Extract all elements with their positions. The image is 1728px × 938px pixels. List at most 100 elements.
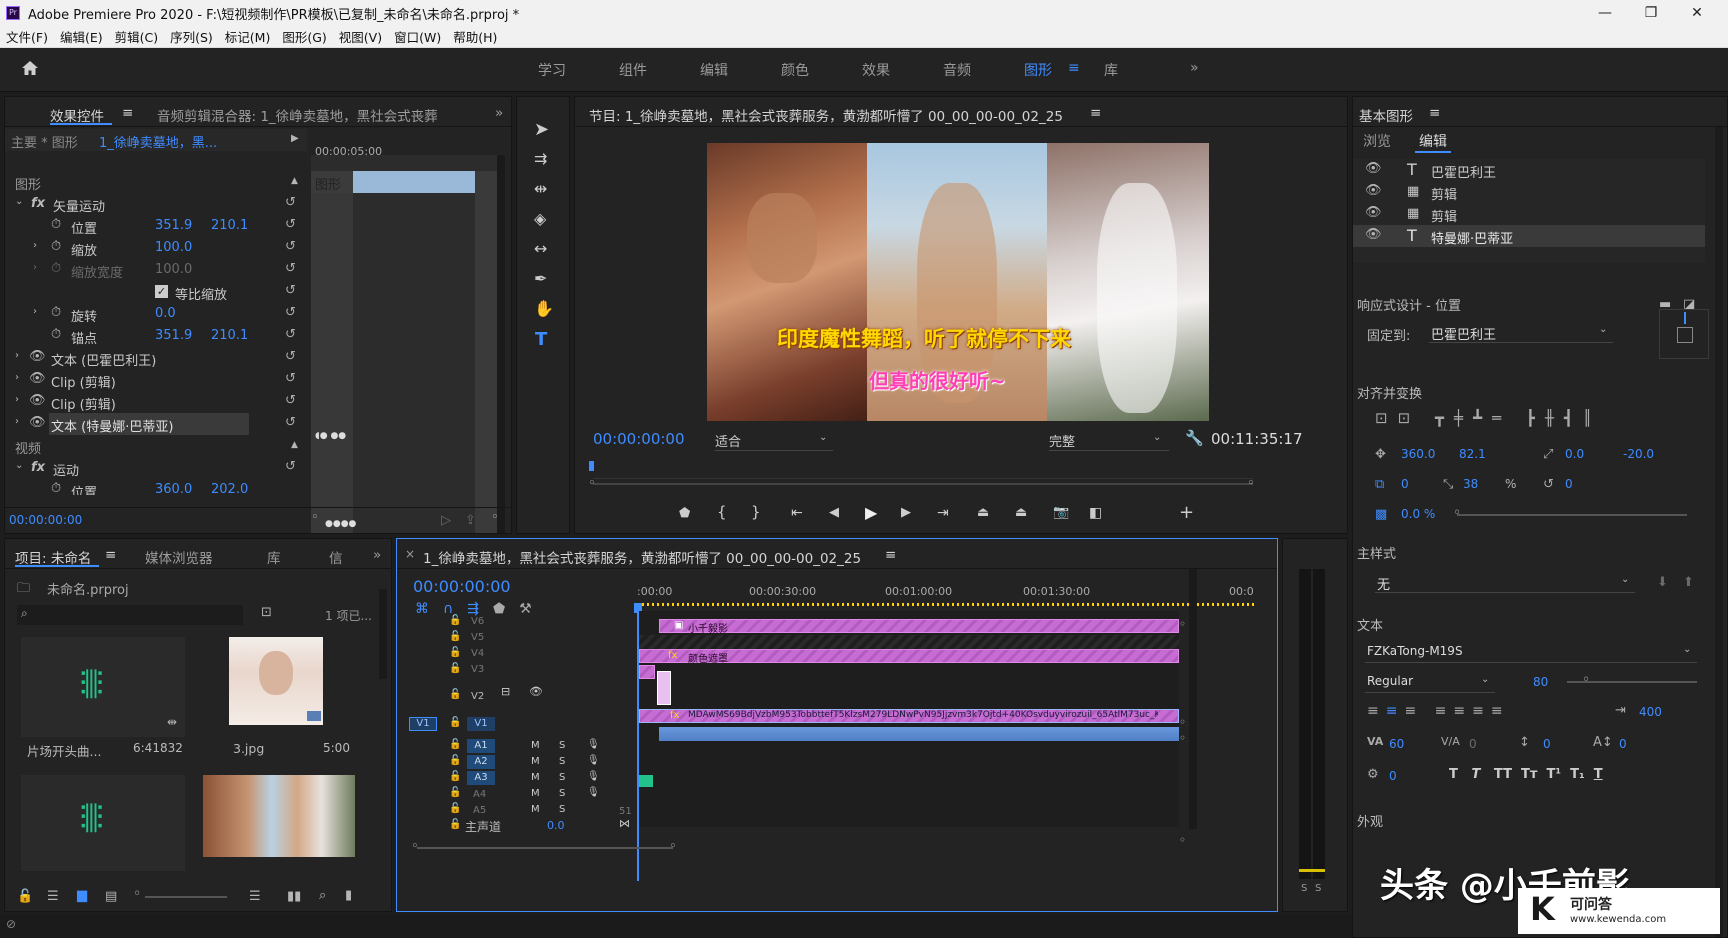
eg-scale-pct[interactable]: 38 [1463, 477, 1478, 491]
menu-help[interactable]: 帮助(H) [453, 27, 497, 46]
collapse-up-icon[interactable]: ▲ [291, 176, 298, 186]
track-label-a3[interactable]: A3 [467, 771, 495, 785]
workspace-audio[interactable]: 音频 [943, 60, 971, 80]
reset-icon[interactable]: ↺ [285, 239, 296, 254]
pin-edge-widget[interactable] [1659, 309, 1709, 359]
timeline-sequence-name[interactable]: 1_徐峥卖墓地，黑社会式丧葬服务，黄渤都听懵了 00_00_00-00_02_2… [423, 547, 861, 567]
tab-edit[interactable]: 编辑 [1419, 131, 1447, 151]
menu-view[interactable]: 视图(V) [339, 27, 382, 46]
menu-edit[interactable]: 编辑(E) [60, 27, 103, 46]
lock-icon[interactable]: 🔓 [449, 717, 461, 728]
timeline-current-time[interactable]: 00:00:00:00 [413, 577, 511, 596]
opacity-slider-handle[interactable]: ◦ [1453, 505, 1461, 521]
extract-icon[interactable]: ⏏ [1015, 506, 1027, 519]
solo-button[interactable]: S [559, 788, 565, 799]
wrench-icon[interactable]: 🔧 [1185, 429, 1204, 447]
tab-audio-clip-mixer[interactable]: 音频剪辑混合器: 1_徐峥卖墓地，黑社会式丧葬 [157, 105, 438, 125]
text-style-buttons[interactable]: T T TT Tт T¹ T₁ T [1449, 767, 1699, 787]
font-size-slider-handle[interactable]: ◦ [1582, 672, 1590, 688]
tracking-value[interactable]: 400 [1639, 705, 1662, 719]
layer-row[interactable]: › 👁 Clip (剪辑) ↺ [5, 369, 305, 391]
playhead-marker[interactable] [589, 461, 594, 471]
clip-end-handle[interactable]: ◦ [1179, 715, 1186, 729]
program-current-time[interactable]: 00:00:00:00 [593, 430, 685, 448]
project-item[interactable]: ⫶⫼⫶ [17, 775, 187, 875]
expand-chevron-icon[interactable]: › [15, 350, 19, 361]
mute-button[interactable]: M [531, 788, 540, 799]
leading-value[interactable]: 0 [1543, 737, 1551, 751]
font-size-value[interactable]: 80 [1533, 675, 1548, 689]
track-label-a2[interactable]: A2 [467, 755, 495, 769]
tab-effect-controls[interactable]: 效果控件 [50, 105, 104, 125]
tab-menu-icon[interactable]: ≡ [105, 547, 116, 563]
menu-markers[interactable]: 标记(M) [225, 27, 271, 46]
menu-clip[interactable]: 剪辑(C) [115, 27, 158, 46]
program-monitor-title[interactable]: 节目: 1_徐峥卖墓地，黑社会式丧葬服务，黄渤都听懵了 00_00_00-00_… [589, 105, 1063, 125]
pin-dropdown[interactable]: 巴霍巴利王 ⌄ [1429, 321, 1613, 343]
workspace-effects[interactable]: 效果 [862, 60, 890, 80]
program-video-frame[interactable]: 印度魔性舞蹈，听了就停不下来 但真的很好听~ [707, 143, 1209, 421]
tab-menu-icon[interactable]: ≡ [885, 547, 896, 563]
mark-in-icon[interactable]: { [717, 505, 727, 520]
expand-chevron-icon[interactable]: › [15, 394, 19, 405]
solo-button[interactable]: S [559, 772, 565, 783]
track-label-v1[interactable]: V1 [467, 717, 495, 731]
source-patch-v1[interactable]: V1 [409, 717, 437, 731]
export-frame-icon[interactable]: 📷 [1053, 506, 1069, 519]
zoom-handle-icon[interactable]: ◦ [411, 839, 419, 854]
eg-pos-x[interactable]: 360.0 [1401, 447, 1435, 461]
tab-info[interactable]: 信 [329, 547, 343, 567]
reset-icon[interactable]: ↺ [285, 195, 296, 210]
tab-media-browser[interactable]: 媒体浏览器 [145, 547, 213, 567]
scale-value[interactable]: 100.0 [155, 240, 192, 255]
lock-icon[interactable]: 🔓 [449, 689, 461, 700]
eye-icon[interactable]: 👁 [1365, 161, 1382, 176]
lock-icon[interactable]: 🔓 [449, 647, 461, 658]
zoom-handle-icon[interactable]: ◦ [669, 839, 677, 854]
expand-chevron-icon[interactable]: › [33, 306, 37, 317]
reset-icon[interactable]: ↺ [285, 371, 296, 386]
eye-icon[interactable]: 👁 [29, 415, 46, 430]
expand-chevron-icon[interactable]: › [15, 372, 19, 383]
home-icon[interactable] [20, 58, 40, 78]
zoom-handle-icon[interactable]: ◦ [1247, 476, 1255, 491]
baseline-value[interactable]: 0 [1619, 737, 1627, 751]
type-tool-icon[interactable]: T [535, 331, 547, 349]
play-icon[interactable]: ▶ [865, 505, 877, 521]
razor-tool-icon[interactable]: ◈ [534, 211, 546, 227]
reset-icon[interactable]: ↺ [285, 415, 296, 430]
push-style-icon[interactable]: ⬇ [1657, 575, 1668, 590]
quality-dropdown[interactable]: 完整 ⌄ [1049, 429, 1169, 451]
clip-v2[interactable] [657, 671, 671, 705]
reset-icon[interactable]: ↺ [285, 459, 296, 474]
menu-file[interactable]: 文件(F) [6, 27, 48, 46]
ec-current-time[interactable]: 00:00:00:00 [9, 513, 82, 527]
sort-icon[interactable]: ☰ [249, 889, 261, 904]
lock-icon[interactable]: 🔓 [17, 889, 33, 904]
tab-browse[interactable]: 浏览 [1363, 131, 1391, 151]
clip-a1[interactable] [659, 727, 1179, 741]
find-icon[interactable]: ⌕ [319, 888, 326, 903]
kerning-value[interactable]: 60 [1389, 737, 1404, 751]
lock-icon[interactable]: 🔓 [449, 739, 461, 750]
menu-sequence[interactable]: 序列(S) [170, 27, 213, 46]
solo-button[interactable]: S [559, 756, 565, 767]
reset-icon[interactable]: ↺ [285, 305, 296, 320]
eg-scrollbar[interactable] [1715, 127, 1723, 937]
stopwatch-icon[interactable]: ⏱ [51, 481, 61, 495]
anchor-y-value[interactable]: 210.1 [211, 328, 248, 343]
eye-icon[interactable]: 👁 [29, 349, 46, 364]
reset-icon[interactable]: ↺ [285, 327, 296, 342]
microphone-icon[interactable]: 🎙 [587, 739, 600, 750]
solo-button[interactable]: S [559, 740, 565, 751]
motion-position-x[interactable]: 360.0 [155, 482, 192, 495]
reset-icon[interactable]: ↺ [285, 283, 296, 298]
step-forward-icon[interactable]: ▶ [901, 506, 911, 519]
timeline-zoom-bar[interactable] [417, 847, 673, 849]
close-tab-icon[interactable]: × [405, 547, 415, 561]
lift-icon[interactable]: ⏏ [977, 506, 989, 519]
subscript-button[interactable]: T₁ [1570, 767, 1585, 782]
project-scrollbar[interactable] [379, 589, 387, 679]
font-dropdown[interactable]: FZKaTong-M19S ⌄ [1365, 641, 1697, 663]
go-to-out-icon[interactable]: ⇥ [937, 506, 949, 520]
